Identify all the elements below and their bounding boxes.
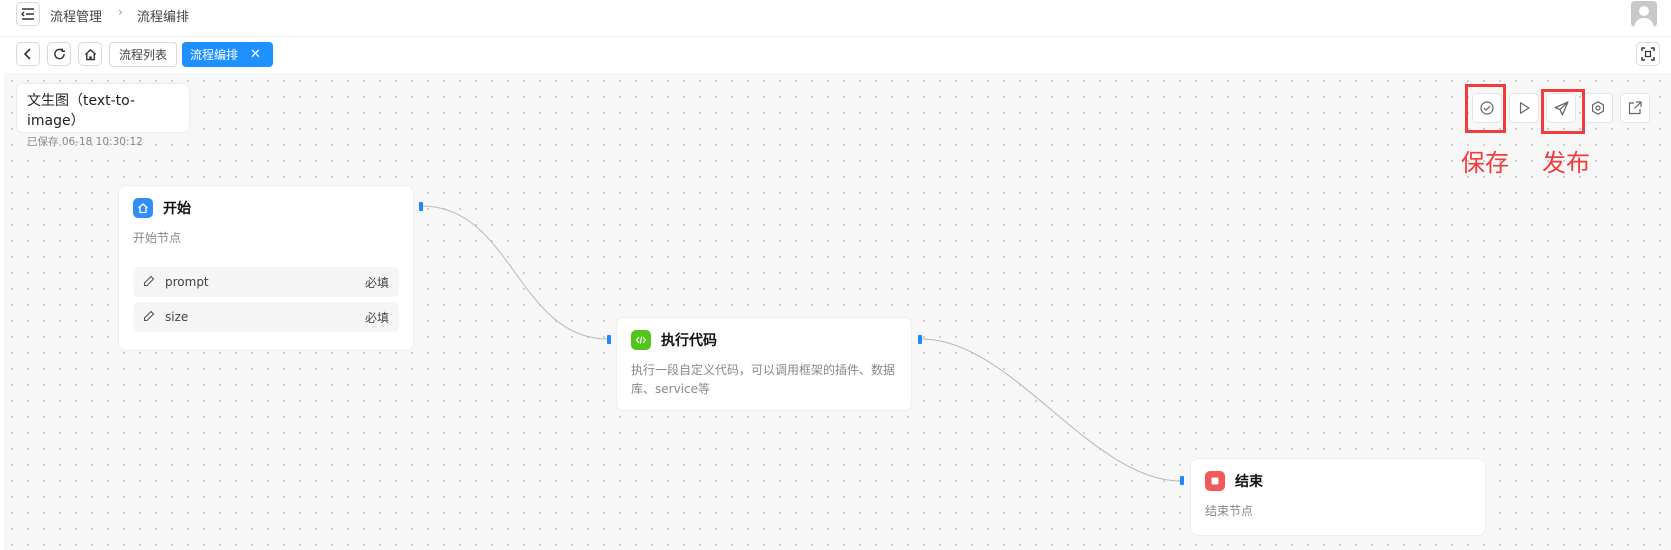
start-node-header: 开始 [133,198,191,218]
workflow-title[interactable]: 文生图（text-to-image） [27,90,179,130]
save-highlight-box [1465,84,1506,133]
end-node[interactable]: 结束 结束节点 [1190,458,1486,536]
chevron-right-icon: › [118,5,123,19]
code-input-port[interactable] [607,335,611,344]
settings-icon[interactable] [1583,93,1613,123]
top-header: 流程管理 › 流程编排 [0,0,1671,30]
home-node-icon [133,198,153,218]
code-node-desc-line2: 库、service等 [631,382,710,396]
param-row[interactable]: prompt 必填 [133,267,399,297]
breadcrumb-flow-orchestration: 流程编排 [137,10,190,25]
param-name: prompt [165,275,209,289]
end-input-port[interactable] [1180,476,1184,485]
publish-highlight-box [1541,89,1585,134]
stop-node-icon [1205,471,1225,491]
export-icon[interactable] [1620,93,1650,123]
code-node-desc-line1: 执行一段自定义代码，可以调用框架的插件、数据 [631,363,896,377]
start-node[interactable]: 开始 开始节点 prompt 必填 size 必填 [118,185,414,351]
param-required: 必填 [364,275,389,290]
edit-pencil-icon [143,310,155,325]
start-node-desc: 开始节点 [133,231,182,245]
save-annotation: 保存 [1461,149,1509,177]
param-row[interactable]: size 必填 [133,302,399,332]
menu-fold-icon[interactable] [16,2,40,26]
run-play-icon[interactable] [1509,93,1539,123]
publish-annotation: 发布 [1542,149,1590,177]
start-node-title: 开始 [163,201,191,217]
code-node-header: 执行代码 [631,330,717,350]
back-icon[interactable] [16,42,40,66]
code-node-title: 执行代码 [661,333,717,349]
start-output-port[interactable] [419,202,423,211]
close-icon[interactable]: ✕ [250,48,261,61]
end-node-header: 结束 [1205,471,1263,491]
home-icon[interactable] [78,42,102,66]
end-node-desc: 结束节点 [1205,504,1254,518]
tab-flow-orchestration[interactable]: 流程编排 ✕ [182,42,273,67]
saved-status: 已保存 06-18 10:30:12 [27,136,143,148]
fullscreen-icon[interactable] [1636,42,1660,66]
code-node-icon [631,330,651,350]
code-node-desc: 执行一段自定义代码，可以调用框架的插件、数据 库、service等 [631,361,903,399]
param-required: 必填 [364,310,389,325]
workflow-info-card: 文生图（text-to-image） 已保存 06-18 10:30:12 [16,83,190,148]
edit-pencil-icon [143,275,155,290]
breadcrumb-flow-management[interactable]: 流程管理 [50,6,102,25]
user-avatar-icon[interactable] [1631,1,1657,27]
tab-flow-orchestration-label: 流程编排 [190,48,239,62]
code-output-port[interactable] [918,335,922,344]
refresh-icon[interactable] [47,42,71,66]
end-node-title: 结束 [1235,474,1263,490]
tab-flow-list[interactable]: 流程列表 [109,42,177,67]
code-node[interactable]: 执行代码 执行一段自定义代码，可以调用框架的插件、数据 库、service等 [616,317,912,411]
tab-flow-list-label: 流程列表 [118,48,167,62]
param-name: size [165,310,189,324]
